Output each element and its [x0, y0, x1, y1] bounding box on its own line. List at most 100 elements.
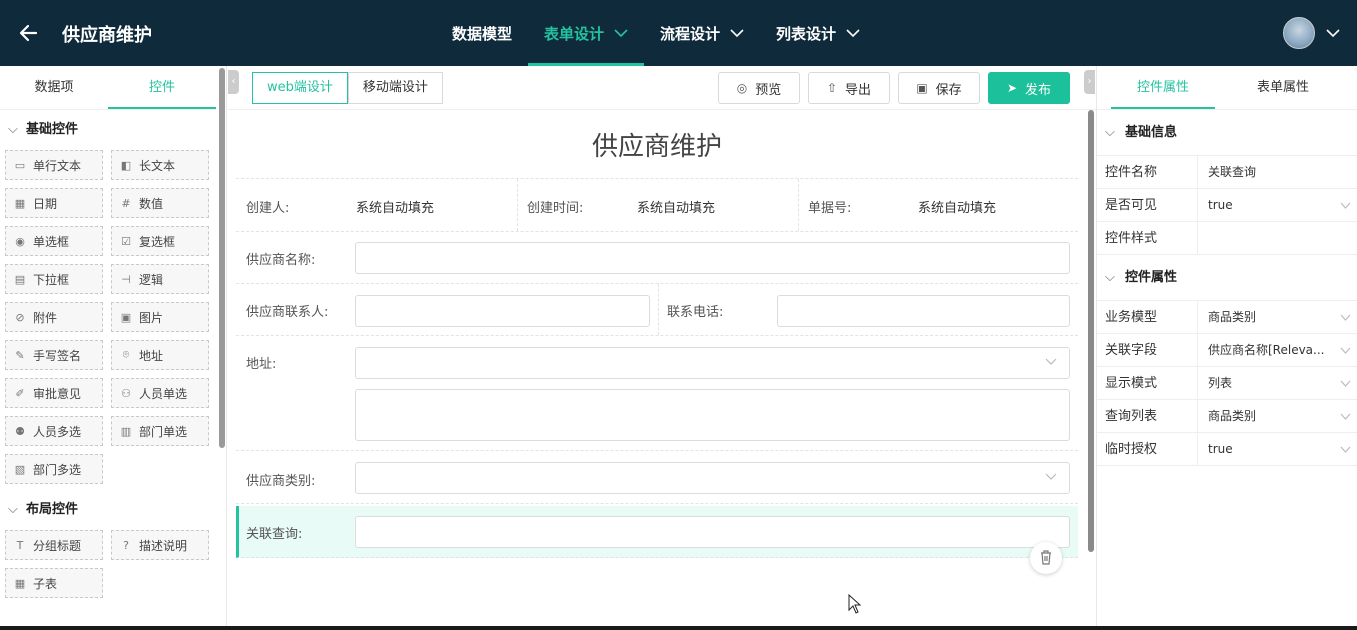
prop-row[interactable]: 是否可见 true [1097, 189, 1357, 222]
mode-web[interactable]: web端设计 [252, 72, 348, 104]
prop-row[interactable]: 关联字段 供应商名称[Releva... [1097, 334, 1357, 367]
prop-value[interactable]: 关联查询 [1197, 156, 1357, 188]
supplier-name-input[interactable] [355, 242, 1070, 274]
textarea-icon: ◧ [120, 158, 132, 172]
control-radio[interactable]: ◉ 单选框 [5, 226, 103, 256]
divider [658, 284, 659, 335]
control-group-title[interactable]: T 分组标题 [5, 530, 103, 560]
chevron-down-icon[interactable] [1326, 28, 1340, 38]
control-address[interactable]: ⌾ 地址 [111, 340, 209, 370]
address-label: 地址: [246, 357, 277, 372]
chevron-down-icon: ⌵ [8, 502, 18, 517]
checkbox-icon: ☑ [121, 234, 131, 248]
prop-row[interactable]: 控件样式 [1097, 222, 1357, 255]
control-number[interactable]: # 数值 [111, 188, 209, 218]
chevron-down-icon [846, 29, 860, 38]
delete-control-button[interactable] [1030, 542, 1062, 574]
section-control-props[interactable]: ⌵ 控件属性 [1097, 255, 1357, 301]
nav-label: 列表设计 [776, 24, 837, 43]
supplier-name-row[interactable]: 供应商名称: [236, 232, 1078, 284]
section-layout-controls[interactable]: ⌵ 布局控件 [0, 490, 226, 530]
control-dept-single[interactable]: ▥ 部门单选 [111, 416, 209, 446]
chevron-down-icon [1340, 446, 1351, 453]
canvas-scrollbar[interactable] [1088, 110, 1094, 552]
control-description[interactable]: ? 描述说明 [111, 530, 209, 560]
relation-query-input[interactable] [355, 516, 1070, 548]
control-checkbox[interactable]: ☑ 复选框 [111, 226, 209, 256]
address-region-select[interactable] [355, 347, 1070, 379]
prop-row[interactable]: 临时授权 true [1097, 433, 1357, 466]
prop-value[interactable] [1197, 222, 1357, 254]
collapse-right-icon[interactable]: › [1084, 70, 1095, 94]
control-subtable[interactable]: ▦ 子表 [5, 568, 103, 598]
nav-data-model[interactable]: 数据模型 [436, 0, 528, 66]
save-button[interactable]: ▣ 保存 [898, 72, 980, 104]
tab-controls[interactable]: 控件 [108, 66, 216, 109]
mode-mobile[interactable]: 移动端设计 [347, 72, 443, 104]
address-detail-textarea[interactable] [355, 389, 1070, 441]
arrow-left-icon[interactable] [18, 21, 40, 45]
upload-icon: ⇧ [826, 81, 838, 95]
category-row[interactable]: 供应商类别: [236, 451, 1078, 504]
section-title: 布局控件 [26, 502, 79, 517]
nav-list-design[interactable]: 列表设计 [760, 0, 876, 66]
control-dept-multi[interactable]: ▧ 部门多选 [5, 454, 103, 484]
nav-flow-design[interactable]: 流程设计 [644, 0, 760, 66]
section-basic-controls[interactable]: ⌵ 基础控件 [0, 110, 226, 150]
control-image[interactable]: ▣ 图片 [111, 302, 209, 332]
chevron-down-icon: ⌵ [1105, 125, 1115, 140]
chevron-down-icon: ⌵ [1105, 270, 1115, 285]
export-button[interactable]: ⇧ 导出 [808, 72, 890, 104]
tab-form-props[interactable]: 表单属性 [1231, 66, 1335, 109]
control-date[interactable]: ▦ 日期 [5, 188, 103, 218]
prop-value[interactable]: 供应商名称[Releva... [1197, 334, 1357, 366]
control-approval[interactable]: ✐ 审批意见 [5, 378, 103, 408]
contact-row[interactable]: 供应商联系人: 联系电话: [236, 284, 1078, 336]
prop-key: 关联字段 [1105, 343, 1158, 358]
prop-key: 控件样式 [1105, 231, 1158, 246]
control-dropdown[interactable]: ▤ 下拉框 [5, 264, 103, 294]
control-user-multi[interactable]: ⚉ 人员多选 [5, 416, 103, 446]
tab-data-items[interactable]: 数据项 [0, 66, 108, 109]
control-label: 审批意见 [33, 386, 82, 401]
chevron-down-icon [730, 29, 744, 38]
eye-icon: ◎ [736, 81, 748, 95]
contact-input[interactable] [355, 295, 650, 327]
chevron-down-icon [1340, 202, 1351, 209]
prop-value[interactable]: 列表 [1197, 367, 1357, 399]
image-icon: ▣ [120, 310, 132, 324]
nav-label: 流程设计 [660, 24, 721, 43]
control-logic[interactable]: ⊣ 逻辑 [111, 264, 209, 294]
publish-button[interactable]: ➤ 发布 [988, 72, 1070, 104]
prop-row[interactable]: 控件名称 关联查询 [1097, 156, 1357, 189]
number-icon: # [121, 196, 131, 210]
prop-row[interactable]: 查询列表 商品类别 [1097, 400, 1357, 433]
department-icon: ▥ [120, 424, 132, 438]
prop-value[interactable]: true [1197, 189, 1357, 221]
address-row[interactable]: 地址: [236, 336, 1078, 451]
left-scrollbar[interactable] [219, 68, 225, 448]
control-signature[interactable]: ✎ 手写签名 [5, 340, 103, 370]
prop-value[interactable]: 商品类别 [1197, 400, 1357, 432]
prop-row[interactable]: 显示模式 列表 [1097, 367, 1357, 400]
control-label: 分组标题 [33, 538, 82, 553]
category-select[interactable] [355, 462, 1070, 494]
logic-icon: ⊣ [121, 272, 131, 286]
attachment-icon: ⊘ [15, 310, 25, 324]
control-single-text[interactable]: ▭ 单行文本 [5, 150, 103, 180]
nav-form-design[interactable]: 表单设计 [528, 0, 645, 66]
control-long-text[interactable]: ◧ 长文本 [111, 150, 209, 180]
section-basic-info[interactable]: ⌵ 基础信息 [1097, 110, 1357, 156]
chevron-down-icon: ⌵ [8, 122, 18, 137]
prop-value[interactable]: true [1197, 433, 1357, 465]
relation-query-row[interactable]: 关联查询: [236, 506, 1078, 558]
phone-input[interactable] [777, 295, 1070, 327]
prop-row[interactable]: 业务模型 商品类别 [1097, 301, 1357, 334]
trash-icon [1041, 550, 1051, 565]
avatar[interactable] [1283, 17, 1315, 49]
prop-value[interactable]: 商品类别 [1197, 301, 1357, 333]
preview-button[interactable]: ◎ 预览 [718, 72, 800, 104]
control-attachment[interactable]: ⊘ 附件 [5, 302, 103, 332]
tab-control-props[interactable]: 控件属性 [1111, 66, 1215, 109]
control-user-single[interactable]: ⚇ 人员单选 [111, 378, 209, 408]
